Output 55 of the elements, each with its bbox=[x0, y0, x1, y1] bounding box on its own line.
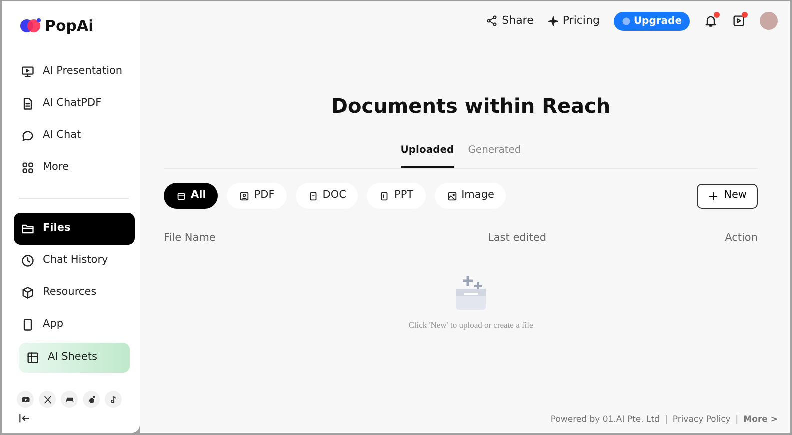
document-icon bbox=[21, 96, 35, 110]
sidebar-item[interactable]: Resources bbox=[14, 276, 135, 308]
spreadsheet-icon bbox=[26, 350, 40, 364]
sidebar-item[interactable]: More bbox=[14, 152, 135, 184]
document-icon bbox=[379, 190, 390, 202]
play-square-icon[interactable] bbox=[732, 14, 746, 28]
sidebar-item[interactable]: Chat History bbox=[14, 244, 135, 276]
page-title: Documents within Reach bbox=[330, 93, 612, 120]
monitor-icon bbox=[21, 64, 35, 78]
image-file-icon bbox=[239, 190, 250, 202]
privacy-policy-link[interactable]: Privacy Policy bbox=[672, 414, 731, 427]
chat-bubble-icon bbox=[21, 128, 35, 142]
sidebar-item[interactable]: AI ChatPDF bbox=[14, 88, 135, 120]
logo-icon bbox=[20, 18, 42, 34]
column-header: Action bbox=[724, 231, 758, 246]
column-header: File Name bbox=[164, 231, 217, 246]
image-icon bbox=[446, 190, 458, 202]
separator: | bbox=[736, 414, 739, 427]
video-play-icon bbox=[20, 394, 30, 404]
tray-icon bbox=[176, 190, 187, 202]
clock-icon bbox=[21, 254, 35, 268]
x-letter-icon bbox=[42, 394, 52, 404]
plus-icon bbox=[708, 190, 720, 202]
pricing-link[interactable]: Pricing bbox=[548, 12, 600, 30]
separator: | bbox=[664, 414, 668, 427]
collapse-icon[interactable] bbox=[18, 412, 31, 425]
cube-icon bbox=[21, 286, 35, 300]
new-button[interactable]: New bbox=[697, 184, 758, 208]
promo-link[interactable]: AI Sheets bbox=[19, 342, 130, 372]
upgrade-button[interactable]: Upgrade bbox=[614, 12, 690, 30]
more-link[interactable]: More > bbox=[744, 414, 778, 427]
empty-inbox-icon bbox=[454, 274, 488, 311]
music-note-icon bbox=[108, 394, 118, 404]
share-button[interactable]: Share bbox=[486, 12, 534, 30]
filter-chip[interactable]: DOC bbox=[296, 183, 358, 209]
grid-icon bbox=[21, 160, 35, 174]
sidebar-item[interactable]: Files bbox=[14, 212, 135, 244]
column-header: Last edited bbox=[488, 231, 548, 246]
sidebar-item[interactable]: App bbox=[14, 308, 135, 340]
sidebar-item[interactable]: AI Presentation bbox=[14, 56, 135, 88]
sidebar-item[interactable]: AI Chat bbox=[14, 120, 135, 152]
logo-text: PopAi bbox=[45, 16, 94, 37]
document-icon bbox=[308, 190, 319, 202]
filter-chip[interactable]: Image bbox=[434, 183, 506, 209]
sparkle-icon bbox=[548, 16, 559, 26]
filter-chip[interactable]: All bbox=[164, 183, 218, 209]
filter-chip[interactable]: PDF bbox=[227, 183, 287, 209]
powered-by-text: Powered by 01.AI Pte. Ltd bbox=[550, 414, 660, 427]
filter-chip[interactable]: PPT bbox=[367, 183, 426, 209]
empty-state-text: Click 'New' to upload or create a file bbox=[408, 318, 534, 332]
coin-icon bbox=[622, 16, 631, 26]
share-icon bbox=[486, 15, 498, 27]
bell-icon[interactable] bbox=[704, 14, 718, 28]
phone-icon bbox=[21, 318, 35, 332]
tab[interactable]: Uploaded bbox=[400, 143, 454, 168]
